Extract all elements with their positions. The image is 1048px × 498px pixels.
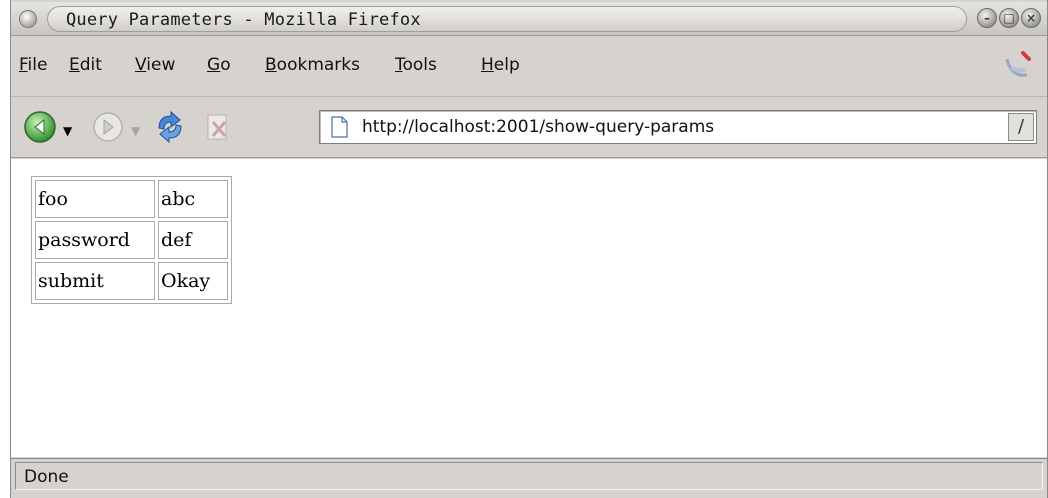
back-icon[interactable] (23, 110, 57, 144)
query-params-table: foo abc password def submit Okay (31, 176, 232, 304)
param-name: submit (35, 262, 155, 300)
menu-bookmarks[interactable]: Bookmarks (265, 55, 360, 75)
url-text[interactable]: http://localhost:2001/show-query-params (362, 117, 714, 137)
minimize-button[interactable]: – (977, 8, 997, 28)
status-panel: Done (15, 462, 1043, 490)
navigation-toolbar: ▼ ▼ http://localhost:2001/show-query-par… (11, 98, 1047, 158)
menu-accel: G (207, 55, 221, 75)
forward-history-dropdown[interactable]: ▼ (131, 124, 140, 138)
stop-icon[interactable] (201, 110, 235, 144)
param-name: foo (35, 180, 155, 218)
menu-label-rest: iew (146, 55, 176, 75)
menu-file[interactable]: File (19, 55, 47, 75)
url-bar[interactable]: http://localhost:2001/show-query-params … (319, 110, 1037, 144)
menu-accel: F (19, 55, 28, 75)
menu-edit[interactable]: Edit (69, 55, 102, 75)
param-value: def (158, 221, 228, 259)
title-bar[interactable]: Query Parameters - Mozilla Firefox – □ × (11, 2, 1047, 36)
param-value: Okay (158, 262, 228, 300)
menu-label-rest: ile (27, 55, 48, 75)
menu-accel: V (135, 55, 147, 75)
close-button[interactable]: × (1021, 8, 1041, 28)
table-row: foo abc (35, 180, 228, 218)
menu-label-rest: dit (79, 55, 102, 75)
forward-icon[interactable] (91, 110, 125, 144)
menu-help[interactable]: Help (481, 55, 520, 75)
menu-accel: H (481, 55, 494, 75)
browser-window: Query Parameters - Mozilla Firefox – □ ×… (10, 0, 1048, 498)
menu-go[interactable]: Go (207, 55, 231, 75)
page-icon (331, 116, 348, 138)
menu-label-rest: ookmarks (276, 55, 360, 75)
menu-accel: T (395, 55, 403, 75)
throbber-icon (1005, 51, 1031, 77)
status-bar: Done (11, 458, 1047, 494)
window-title: Query Parameters - Mozilla Firefox (66, 10, 421, 30)
window-menu-button[interactable] (19, 10, 37, 28)
table-row: password def (35, 221, 228, 259)
maximize-button[interactable]: □ (999, 8, 1019, 28)
reload-icon[interactable] (153, 110, 187, 144)
menu-bar: File Edit View Go Bookmarks Tools Help (11, 37, 1047, 97)
menu-label-rest: o (220, 55, 231, 75)
page-content: foo abc password def submit Okay (11, 159, 1047, 457)
back-history-dropdown[interactable]: ▼ (63, 124, 72, 138)
title-pill: Query Parameters - Mozilla Firefox (47, 6, 967, 32)
param-value: abc (158, 180, 228, 218)
menu-accel: B (265, 55, 277, 75)
menu-view[interactable]: View (135, 55, 175, 75)
menu-label-rest: ools (402, 55, 437, 75)
status-text: Done (24, 467, 69, 487)
param-name: password (35, 221, 155, 259)
table-row: submit Okay (35, 262, 228, 300)
go-icon[interactable]: / (1008, 113, 1034, 141)
menu-accel: E (69, 55, 80, 75)
menu-label-rest: elp (493, 55, 520, 75)
menu-tools[interactable]: Tools (395, 55, 437, 75)
window-controls: – □ × (977, 8, 1041, 30)
